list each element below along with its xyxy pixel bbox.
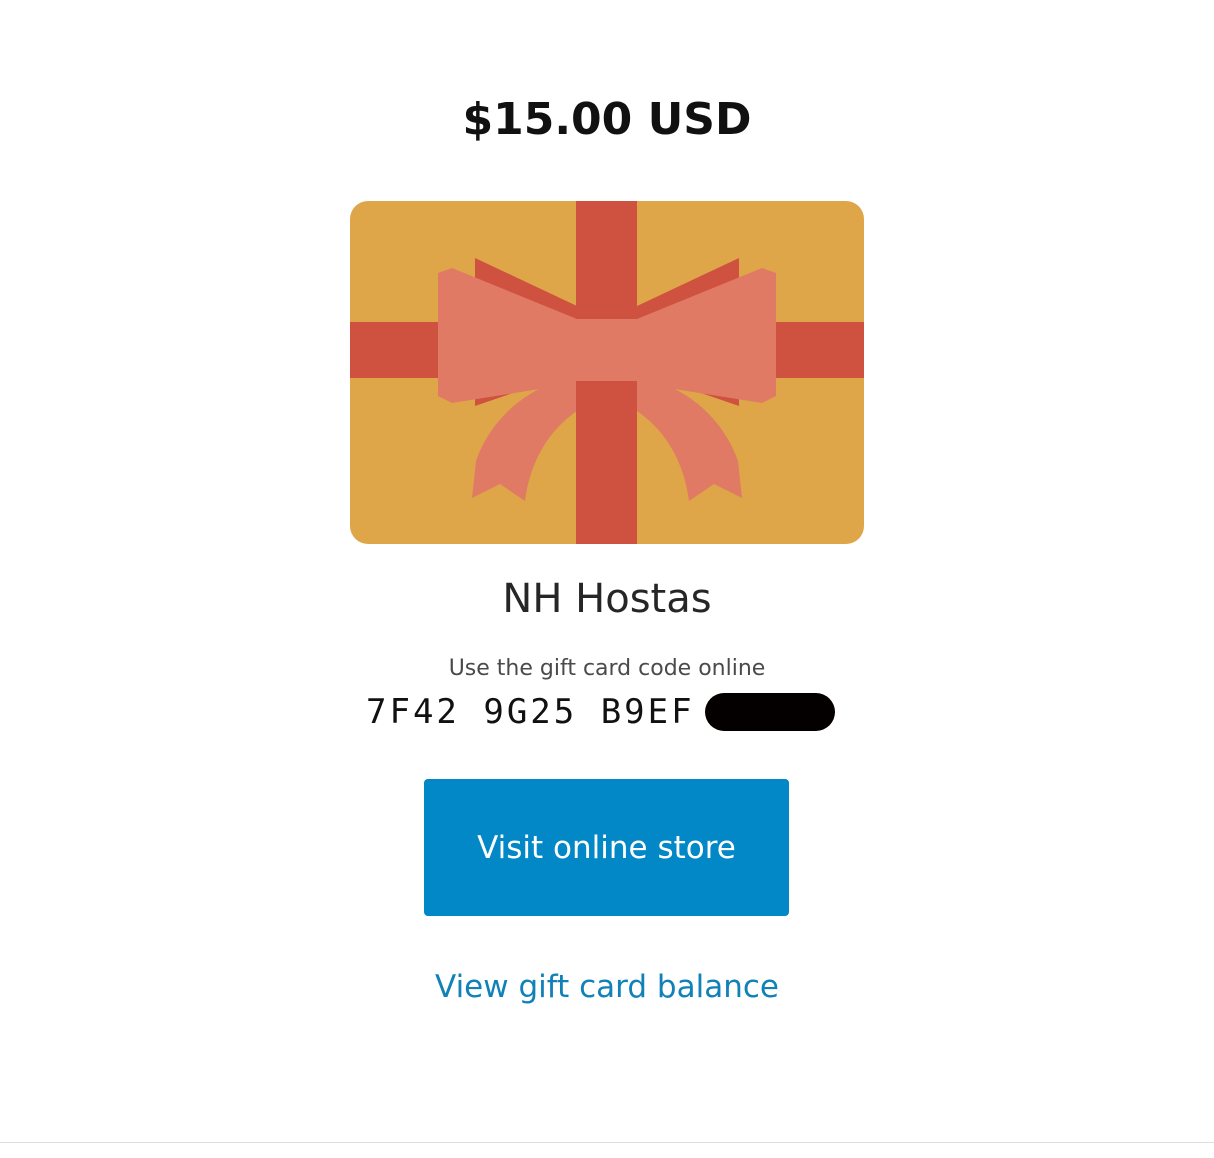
- gift-card-code-label: Use the gift card code online: [448, 656, 766, 681]
- gift-card-code-text: 7F42 9G25 B9EF: [366, 692, 695, 732]
- gift-card-image: [350, 201, 864, 544]
- footer-divider: [0, 1142, 1214, 1143]
- gift-card-code: 7F42 9G25 B9EF: [366, 692, 835, 732]
- view-gift-card-balance-link[interactable]: View gift card balance: [0, 966, 1214, 1008]
- visit-online-store-button[interactable]: Visit online store: [424, 779, 789, 916]
- gift-box-icon: [350, 201, 864, 544]
- gift-card-page: $15.00 USD NH Hostas Use the gift card c…: [0, 0, 1214, 1158]
- merchant-name: NH Hostas: [502, 576, 712, 622]
- redaction-mark: [704, 693, 835, 731]
- gift-card-amount: $15.00 USD: [462, 94, 752, 145]
